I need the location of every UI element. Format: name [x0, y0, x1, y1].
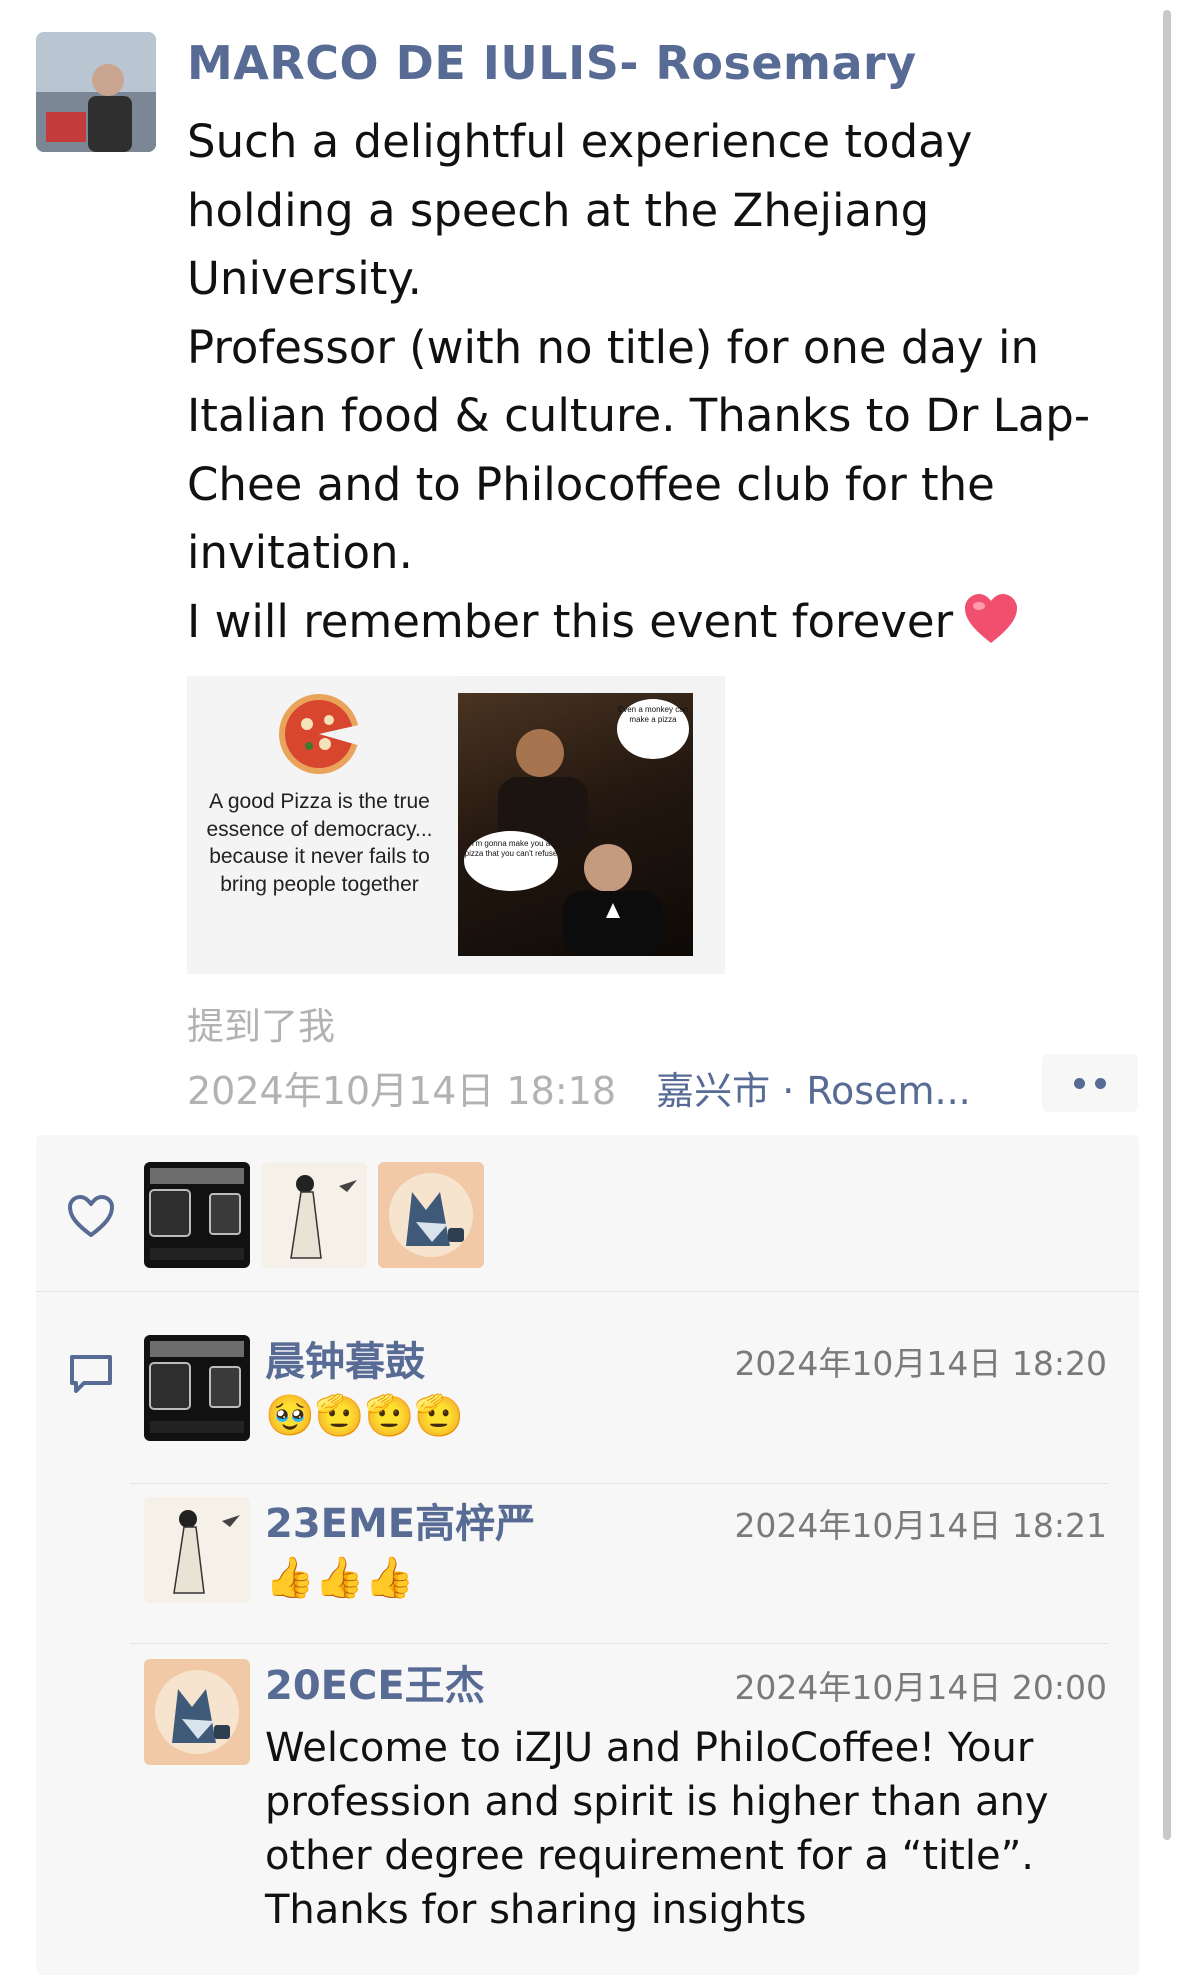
post-text: Such a delightful experience today holdi…	[187, 108, 1117, 656]
commenter-name[interactable]: 23EME高梓严	[265, 1491, 535, 1549]
wolf-coffee-avatar	[378, 1162, 484, 1268]
post-paragraph: Such a delightful experience today holdi…	[187, 115, 973, 305]
post-location[interactable]: 嘉兴市 · Rosem...	[656, 1069, 971, 1113]
wolf-coffee-avatar	[144, 1659, 250, 1765]
mention-label: 提到了我	[187, 1005, 335, 1048]
post-paragraph: Professor (with no title) for one day in…	[187, 320, 1091, 580]
commenter-avatar[interactable]	[144, 1335, 250, 1441]
scrollbar[interactable]	[1163, 10, 1171, 1840]
comment-time: 2024年10月14日 18:20	[734, 1344, 1107, 1383]
ink-painting-avatar	[144, 1497, 250, 1603]
like-avatar[interactable]	[378, 1162, 484, 1268]
pizza-icon	[279, 694, 363, 774]
post-paragraph-text: I will remember this event forever	[187, 594, 954, 648]
train-window-avatar	[144, 1162, 250, 1268]
commenter-avatar[interactable]	[144, 1497, 250, 1603]
post-timestamp: 2024年10月14日 18:18	[187, 1069, 617, 1113]
ink-painting-avatar	[261, 1162, 367, 1268]
post-author-name[interactable]: MARCO DE IULIS- Rosemary	[187, 36, 917, 90]
train-window-avatar	[144, 1335, 250, 1441]
comment-time: 2024年10月14日 20:00	[734, 1668, 1107, 1707]
speech-bubble: I'm gonna make you a pizza that you can'…	[464, 831, 558, 891]
commenter-avatar[interactable]	[144, 1659, 250, 1765]
dot-icon	[1095, 1078, 1106, 1089]
comment-divider	[130, 1643, 1108, 1644]
comment-time: 2024年10月14日 18:21	[734, 1506, 1107, 1545]
pizza-quote-image[interactable]: A good Pizza is the true essence of demo…	[187, 676, 452, 974]
post-images[interactable]: A good Pizza is the true essence of demo…	[187, 676, 725, 974]
comment-bubble-icon	[70, 1355, 112, 1393]
dot-icon	[1074, 1078, 1085, 1089]
like-avatar[interactable]	[261, 1162, 367, 1268]
comment-text: 🥹🫡🫡🫡	[265, 1393, 465, 1439]
speech-bubble: Even a monkey can make a pizza	[617, 699, 689, 759]
godfather-meme-image[interactable]: Even a monkey can make a pizza I'm gonna…	[458, 693, 693, 956]
commenter-name[interactable]: 20ECE王杰	[265, 1653, 485, 1711]
post-meta: 2024年10月14日 18:18 嘉兴市 · Rosem...	[187, 1060, 971, 1115]
post-paragraph: I will remember this event forever	[187, 588, 1117, 657]
more-actions-button[interactable]	[1042, 1054, 1138, 1112]
comment-text: Welcome to iZJU and PhiloCoffee! Your pr…	[265, 1725, 1049, 1933]
red-heart-emoji	[965, 593, 1018, 643]
pizza-quote-text: A good Pizza is the true essence of demo…	[206, 790, 433, 896]
panel-divider	[36, 1291, 1139, 1292]
heart-outline-icon	[68, 1195, 114, 1237]
commenter-name[interactable]: 晨钟暮鼓	[265, 1329, 425, 1387]
comment-divider	[130, 1483, 1108, 1484]
poster-avatar[interactable]	[36, 32, 156, 152]
likes-comments-panel: 晨钟暮鼓 2024年10月14日 18:20 🥹🫡🫡🫡 23EME高梓严 202…	[36, 1135, 1139, 1975]
like-avatar[interactable]	[144, 1162, 250, 1268]
poster-photo	[36, 32, 156, 152]
comment-text: 👍👍👍	[265, 1555, 415, 1601]
